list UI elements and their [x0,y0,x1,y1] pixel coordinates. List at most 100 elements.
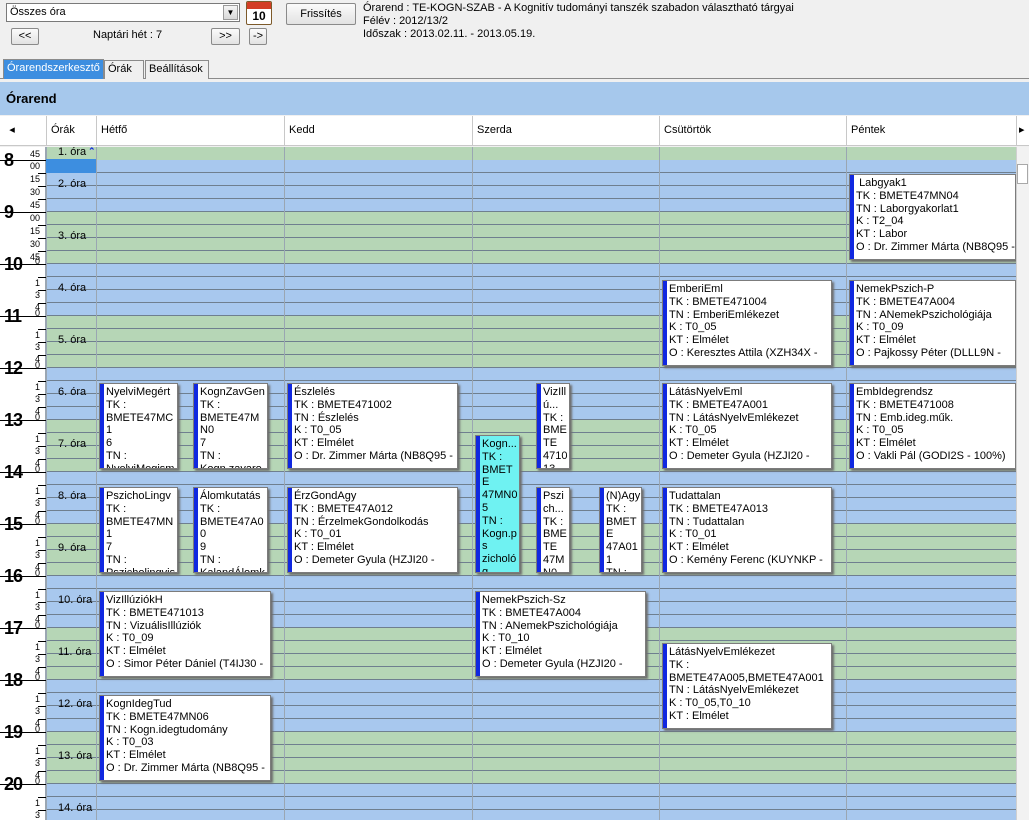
vertical-scrollbar-thumb[interactable] [1017,164,1028,184]
scroll-right-icon[interactable]: ▸ [1016,116,1029,146]
column-header-wednesday: Szerda [472,116,659,146]
ruler-tick: 3 [34,290,40,300]
ruler-tick: 1 [34,538,40,548]
timetable-header: ◂ Órák Hétfő Kedd Szerda Csütörtök Pénte… [0,116,1029,146]
info-line-3: Időszak : 2013.02.11. - 2013.05.19. [363,28,536,40]
ruler-tick: 0 [34,516,40,526]
ruler-tick: 0 [34,464,40,474]
course-event[interactable]: NyelviMegért TK : BMETE47MC1 6 TN : Nyel… [99,383,178,469]
ruler-tick: 15 [29,174,40,184]
tab-orarendszerkeszto[interactable]: Órarendszerkesztő [3,59,104,79]
course-event[interactable]: ÉrzGondAgy TK : BMETE47A012 TN : Érzelme… [287,487,458,573]
time-ruler: 45 8 00 15 30 45 9 00 15 30 45 10 0 1 3 4 11 0 1 3 4 12 0 1 3 4 13… [0,147,46,820]
ruler-tick: 3 [34,706,40,716]
ora-row[interactable] [0,147,1016,160]
course-event[interactable]: Észlelés TK : BMETE471002 TN : Észlelés … [287,383,458,469]
ruler-tick: 3 [34,758,40,768]
ruler-tick: 0 [34,568,40,578]
course-event[interactable]: KognIdegTud TK : BMETE47MN06 TN : Kogn.i… [99,695,271,781]
ora-row[interactable] [0,784,1016,820]
course-event[interactable]: Pszich... TK : BMETE 47MN0 8 TN : [536,487,570,573]
ora-label: 7. óra [58,438,87,450]
ora-label: 5. óra [58,334,87,346]
tab-orak[interactable]: Órák [104,60,144,79]
ruler-tick: 1 [34,746,40,756]
ora-label: 2. óra [58,178,87,190]
ruler-tick: 3 [34,498,40,508]
ruler-tick: 1 [34,278,40,288]
prev-week-button[interactable]: << [11,28,39,45]
ora-label: 8. óra [58,490,87,502]
ora-label: 6. óra [58,386,87,398]
ruler-tick: 0 [34,620,40,630]
collapse-icon[interactable]: ⌃ [88,147,96,157]
section-title: Órarend [0,82,1029,115]
week-label: Naptári hét : 7 [93,29,163,41]
course-event[interactable]: Álomkutatás TK : BMETE47A00 9 TN : Kalan… [193,487,268,573]
ruler-tick: 0 [34,776,40,786]
ruler-tick: 1 [34,590,40,600]
ruler-tick: 00 [29,213,40,223]
ruler-tick: 3 [34,394,40,404]
next-week-button[interactable]: >> [211,28,240,45]
ora-label: 14. óra [58,802,93,814]
vertical-scrollbar[interactable] [1016,147,1029,820]
ruler-tick: 1 [34,434,40,444]
goto-button[interactable]: -> [249,28,267,45]
course-event[interactable]: VizIllúziókH TK : BMETE471013 TN : Vizuá… [99,591,271,677]
course-event[interactable]: NemekPszich-P TK : BMETE47A004 TN : ANem… [849,280,1016,366]
course-event[interactable]: KognZavGen TK : BMETE47MN0 7 TN : Kogn.z… [193,383,268,469]
ora-label: 3. óra [58,230,87,242]
ruler-tick: 3 [34,550,40,560]
ruler-tick: 1 [34,382,40,392]
ruler-tick: 3 [34,654,40,664]
ruler-tick: 1 [34,798,40,808]
chevron-down-icon[interactable]: ▼ [223,5,238,20]
ruler-tick: 0 [34,672,40,682]
ora-label: 13. óra [58,750,93,762]
calendar-icon[interactable]: 10 [246,1,272,25]
selected-cell[interactable] [46,159,96,173]
ruler-tick: 0 [34,308,40,318]
filter-combo-value: Összes óra [10,6,66,18]
ruler-tick: 30 [29,239,40,249]
course-event[interactable]: (N)Agy TK : BMETE 47A011 TN : (N)AgyB [599,487,642,573]
column-header-monday: Hétfő [96,116,284,146]
ruler-tick: 30 [29,187,40,197]
ruler-tick: 3 [34,446,40,456]
course-event[interactable]: EmberiEml TK : BMETE471004 TN : EmberiEm… [662,280,832,366]
timetable-grid[interactable]: 45 8 00 15 30 45 9 00 15 30 45 10 0 1 3 4 11 0 1 3 4 12 0 1 3 4 13… [0,147,1016,820]
ora-label: 12. óra [58,698,93,710]
ora-label: 9. óra [58,542,87,554]
ruler-tick: 1 [34,330,40,340]
filter-combo[interactable]: Összes óra ▼ [6,3,240,22]
course-event[interactable]: NemekPszich-Sz TK : BMETE47A004 TN : ANe… [475,591,646,677]
course-event[interactable]: Labgyak1 TK : BMETE47MN04 TN : Laborgyak… [849,174,1016,260]
ora-label: 11. óra [58,646,92,658]
column-header-orak: Órák [46,116,96,146]
course-event[interactable]: Kogn... TK : BMETE 47MN0 5 TN : Kogn.ps … [475,435,520,573]
ora-label: 10. óra [58,594,93,606]
ruler-tick: 45 [29,149,40,159]
course-event[interactable]: Tudattalan TK : BMETE47A013 TN : Tudatta… [662,487,832,573]
tab-strip: Órarendszerkesztő Órák Beállítások [0,59,1029,79]
course-event[interactable]: PszichoLingv TK : BMETE47MN1 7 TN : Pszi… [99,487,178,573]
column-header-thursday: Csütörtök [659,116,846,146]
ruler-tick: 0 [34,412,40,422]
ruler-tick: 1 [34,486,40,496]
course-event[interactable]: LátásNyelvEml TK : BMETE47A001 TN : Látá… [662,383,832,469]
info-line-2: Félév : 2012/13/2 [363,15,449,27]
ruler-tick: 3 [34,602,40,612]
scroll-left-icon[interactable]: ◂ [0,116,24,146]
info-line-1: Órarend : TE-KOGN-SZAB - A Kognitív tudo… [363,2,794,14]
course-event[interactable]: LátásNyelvEmlékezet TK : BMETE47A005,BME… [662,643,832,729]
ruler-tick: 3 [34,342,40,352]
course-event[interactable]: VizIllú... TK : BMETE 471013 TN : Vizuál… [536,383,570,469]
ruler-tick: 3 [34,810,40,820]
tab-beallitasok[interactable]: Beállítások [145,60,209,79]
column-header-friday: Péntek [846,116,1016,146]
ruler-tick: 1 [34,642,40,652]
refresh-button[interactable]: Frissítés [286,3,356,25]
course-event[interactable]: EmbIdegrendsz TK : BMETE471008 TN : Emb.… [849,383,1016,469]
ruler-tick: 00 [29,161,40,171]
